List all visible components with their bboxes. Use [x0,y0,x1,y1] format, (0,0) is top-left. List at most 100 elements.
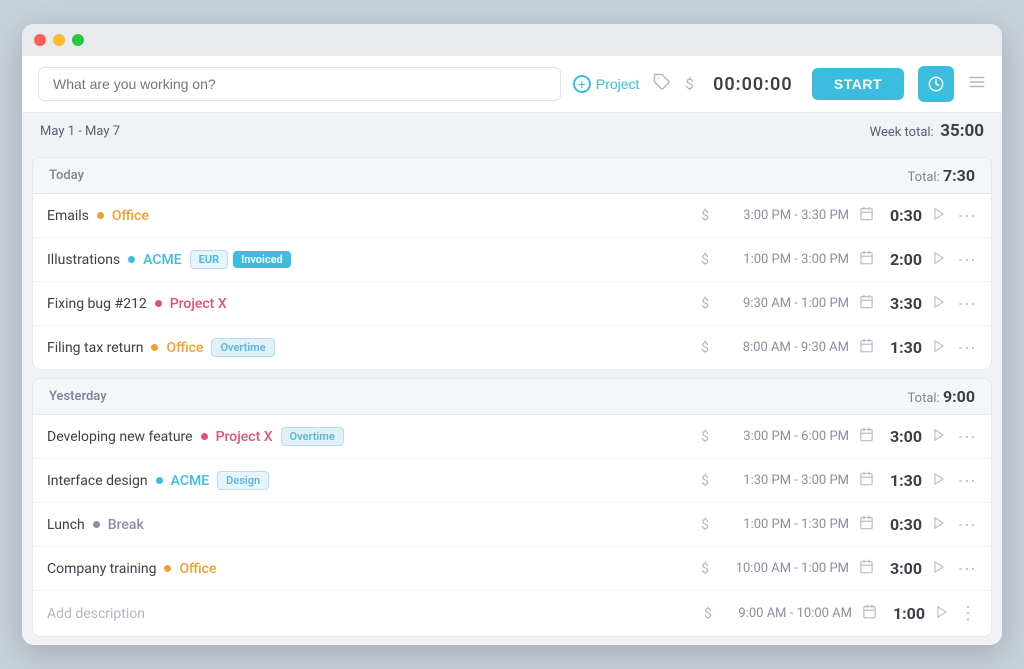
tags-group: Overtime [281,427,344,446]
entry-text: Emails [47,208,89,224]
project-dot [128,256,135,263]
dollar-icon: $ [701,252,709,268]
topbar: + Project $ 00:00:00 START [22,56,1002,113]
project-dot [155,300,162,307]
day-section-0: Today Total: 7:30 Emails Office $ 3:00 P… [32,157,992,370]
project-name[interactable]: Break [108,517,144,533]
week-range: May 1 - May 7 [40,124,120,139]
project-name[interactable]: Office [112,208,149,224]
entry-text: Company training [47,561,156,577]
entry-time-range: 9:00 AM - 10:00 AM [722,606,852,621]
table-row: Interface design ACME Design $ 1:30 PM -… [33,459,991,503]
day-total: Total: 9:00 [908,387,975,406]
table-row: Developing new feature Project X Overtim… [33,415,991,459]
project-dot [201,433,208,440]
more-icon[interactable]: ⋮ [956,428,977,446]
entry-description[interactable]: Emails Office [47,208,691,224]
calendar-icon[interactable] [859,515,874,534]
tag-badge: Overtime [211,338,274,357]
calendar-icon[interactable] [859,206,874,225]
project-dot [151,344,158,351]
entry-duration: 0:30 [884,515,922,534]
more-icon[interactable]: ⋮ [956,251,977,269]
play-icon[interactable] [932,339,946,357]
search-input[interactable] [38,67,561,101]
dollar-icon: $ [701,561,709,577]
entry-description[interactable]: Lunch Break [47,517,691,533]
more-icon[interactable]: ⋮ [956,516,977,534]
project-name[interactable]: ACME [143,252,181,268]
week-header: May 1 - May 7 Week total: 35:00 [22,113,1002,149]
play-icon[interactable] [932,295,946,313]
titlebar [22,24,1002,56]
more-icon[interactable]: ⋮ [959,603,977,624]
entry-text: Fixing bug #212 [47,296,147,312]
calendar-icon[interactable] [862,604,877,623]
tags-group: Design [217,471,269,490]
project-dot [164,565,171,572]
table-row: Filing tax return Office Overtime $ 8:00… [33,326,991,369]
entry-duration: 1:30 [884,471,922,490]
table-row: Illustrations ACME EURInvoiced $ 1:00 PM… [33,238,991,282]
entry-description[interactable]: Illustrations ACME EURInvoiced [47,250,691,269]
entry-description[interactable]: Developing new feature Project X Overtim… [47,427,691,446]
tags-group: EURInvoiced [190,250,291,269]
dollar-icon[interactable]: $ [685,75,693,93]
clock-mode-button[interactable] [918,66,954,102]
tag-badge: EUR [190,250,228,269]
tag-badge: Overtime [281,427,344,446]
play-icon[interactable] [932,516,946,534]
menu-icon[interactable] [968,73,986,96]
entry-time-range: 1:30 PM - 3:00 PM [719,473,849,488]
dollar-icon: $ [701,340,709,356]
more-icon[interactable]: ⋮ [956,207,977,225]
play-icon[interactable] [932,207,946,225]
play-icon[interactable] [932,560,946,578]
entry-time-range: 10:00 AM - 1:00 PM [719,561,849,576]
calendar-icon[interactable] [859,338,874,357]
entry-time-range: 9:30 AM - 1:00 PM [719,296,849,311]
entry-duration: 2:00 [884,250,922,269]
calendar-icon[interactable] [859,559,874,578]
dollar-icon: $ [701,429,709,445]
entry-description[interactable]: Filing tax return Office Overtime [47,338,691,357]
entry-description[interactable]: Interface design ACME Design [47,471,691,490]
start-button[interactable]: START [812,68,904,100]
entry-description[interactable]: Add description [47,606,694,622]
play-icon[interactable] [935,605,949,623]
table-row: Add description $ 9:00 AM - 10:00 AM 1:0… [33,591,991,636]
more-icon[interactable]: ⋮ [956,295,977,313]
entry-description[interactable]: Company training Office [47,561,691,577]
project-name[interactable]: Office [179,561,216,577]
tag-icon[interactable] [653,73,671,95]
project-name[interactable]: Project X [216,429,273,445]
entry-time-range: 1:00 PM - 3:00 PM [719,252,849,267]
entry-description[interactable]: Fixing bug #212 Project X [47,296,691,312]
day-section-1: Yesterday Total: 9:00 Developing new fea… [32,378,992,637]
play-icon[interactable] [932,251,946,269]
project-name[interactable]: ACME [171,473,209,489]
entry-duration: 3:00 [884,427,922,446]
play-icon[interactable] [932,472,946,490]
table-row: Company training Office $ 10:00 AM - 1:0… [33,547,991,591]
minimize-dot[interactable] [53,34,65,46]
day-label: Today [49,168,84,183]
week-total-value: 35:00 [940,121,984,141]
maximize-dot[interactable] [72,34,84,46]
calendar-icon[interactable] [859,250,874,269]
project-name[interactable]: Project X [170,296,227,312]
week-total: Week total: 35:00 [870,121,984,141]
calendar-icon[interactable] [859,471,874,490]
play-icon[interactable] [932,428,946,446]
close-dot[interactable] [34,34,46,46]
entry-duration: 3:30 [884,294,922,313]
more-icon[interactable]: ⋮ [956,339,977,357]
add-project-button[interactable]: + Project [573,75,640,93]
day-total-value: 9:00 [943,387,975,406]
project-name[interactable]: Office [166,340,203,356]
more-icon[interactable]: ⋮ [956,560,977,578]
entry-time-range: 8:00 AM - 9:30 AM [719,340,849,355]
calendar-icon[interactable] [859,427,874,446]
more-icon[interactable]: ⋮ [956,472,977,490]
calendar-icon[interactable] [859,294,874,313]
